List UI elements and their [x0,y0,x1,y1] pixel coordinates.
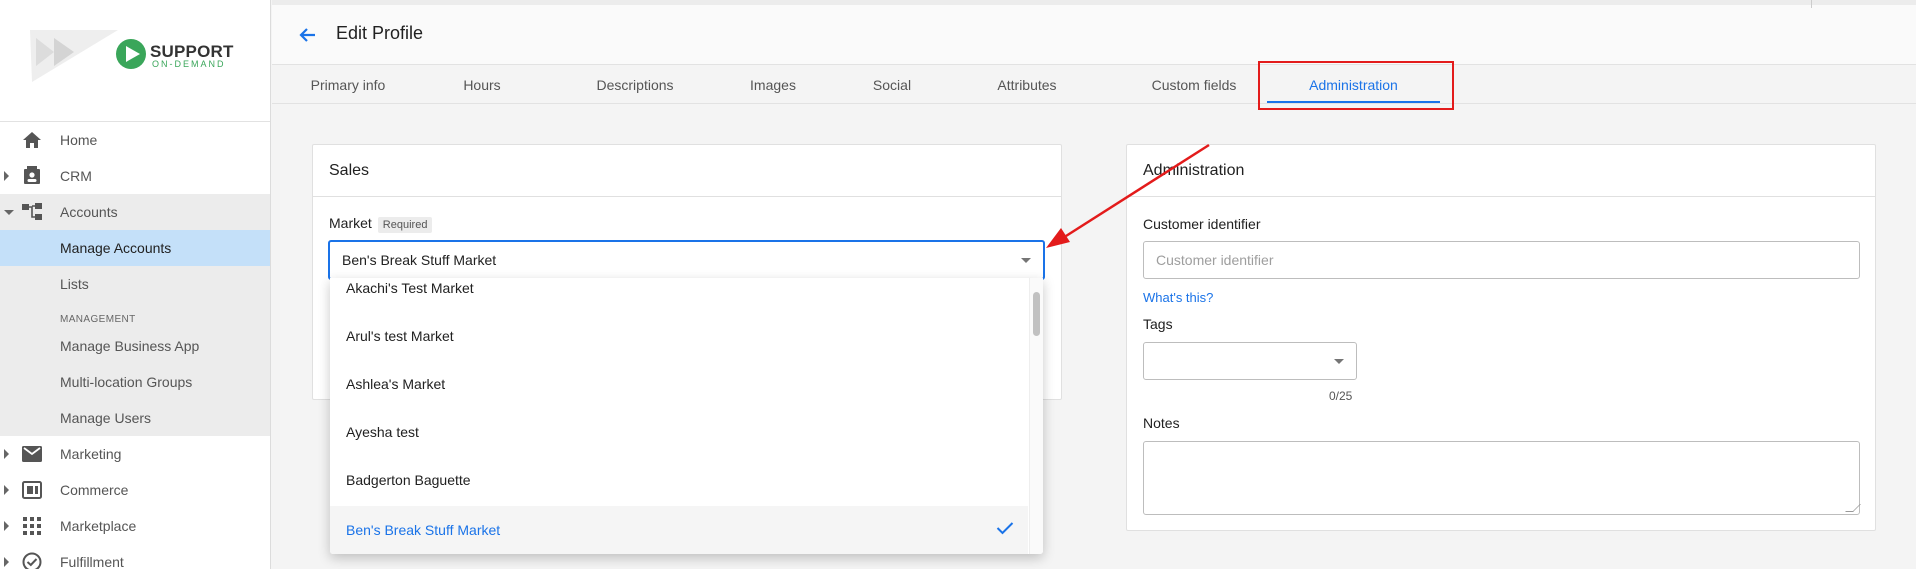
expand-caret-icon[interactable] [4,521,9,531]
collapse-caret-icon[interactable] [4,210,14,215]
administration-card-title: Administration [1127,145,1875,197]
checkmark-icon [996,521,1014,538]
tags-label: Tags [1143,316,1173,332]
whats-this-link[interactable]: What's this? [1143,290,1213,305]
expand-caret-icon[interactable] [4,557,9,567]
sidebar: SUPPORT ON-DEMAND Home CRM Accounts Mana… [0,0,271,569]
header-divider [1811,0,1812,8]
sidebar-item-label: Home [60,132,98,148]
market-select[interactable]: Ben's Break Stuff Market [328,240,1045,280]
sidebar-item-commerce[interactable]: Commerce [0,472,270,508]
tab-hours[interactable]: Hours [442,65,522,103]
brand-tagline: ON-DEMAND [152,59,226,69]
sidebar-item-fulfillment[interactable]: Fulfillment [0,544,270,569]
accounts-submenu: Manage Accounts Lists MANAGEMENT Manage … [0,230,270,436]
hierarchy-icon [21,201,43,223]
mail-icon [21,443,43,465]
sidebar-item-manage-users[interactable]: Manage Users [0,400,270,436]
contact-icon [21,165,43,187]
expand-caret-icon[interactable] [4,485,9,495]
tab-descriptions[interactable]: Descriptions [580,65,690,103]
dropdown-arrow-icon [1021,258,1031,263]
expand-caret-icon[interactable] [4,449,9,459]
tab-images[interactable]: Images [728,65,818,103]
market-label: Market Required [329,215,433,233]
page-title: Edit Profile [336,23,424,43]
tab-primary-info[interactable]: Primary info [288,65,408,103]
market-option-selected[interactable]: Ben's Break Stuff Market [330,506,1028,554]
market-option[interactable]: Ashlea's Market [330,360,1028,408]
sidebar-item-crm[interactable]: CRM [0,158,270,194]
check-circle-icon [21,551,43,569]
sidebar-item-marketplace[interactable]: Marketplace [0,508,270,544]
market-option-label: Ben's Break Stuff Market [346,522,501,538]
market-option[interactable]: Akachi's Test Market [330,278,1028,312]
sidebar-item-manage-business-app[interactable]: Manage Business App [0,328,270,364]
management-section-header: MANAGEMENT [60,314,136,325]
sidebar-item-label: Commerce [60,482,129,498]
market-option[interactable]: Arul's test Market [330,312,1028,360]
sidebar-item-label: Fulfillment [60,554,124,569]
sidebar-item-label: Accounts [60,204,118,220]
market-options-panel: Akachi's Test Market Arul's test Market … [330,278,1043,554]
sidebar-item-multi-location-groups[interactable]: Multi-location Groups [0,364,270,400]
sidebar-item-label: Marketplace [60,518,137,534]
notes-textarea[interactable] [1143,441,1860,515]
tags-select[interactable] [1143,342,1357,380]
market-label-text: Market [329,215,372,231]
grid-icon [21,515,43,537]
commerce-icon [21,479,43,501]
dropdown-arrow-icon [1334,359,1344,364]
page-header: Edit Profile [272,0,1916,64]
sidebar-item-lists[interactable]: Lists [0,266,270,302]
market-option[interactable]: Badgerton Baguette [330,456,1028,504]
sales-card-title: Sales [313,145,1061,197]
administration-card: Administration Customer identifier What'… [1126,144,1876,531]
home-icon [21,129,43,151]
back-arrow-icon[interactable] [298,25,318,50]
notes-label: Notes [1143,415,1180,431]
tab-custom-fields[interactable]: Custom fields [1129,65,1259,103]
expand-caret-icon[interactable] [4,171,9,181]
profile-tabs: Primary info Hours Descriptions Images S… [272,64,1916,104]
sidebar-item-label: Marketing [60,446,122,462]
sidebar-item-marketing[interactable]: Marketing [0,436,270,472]
required-badge: Required [377,217,433,233]
tags-counter: 0/25 [1329,389,1353,403]
scrollbar-thumb[interactable] [1033,292,1040,336]
sidebar-item-manage-accounts[interactable]: Manage Accounts [0,230,270,266]
customer-identifier-label: Customer identifier [1143,216,1261,232]
sidebar-item-home[interactable]: Home [0,122,270,158]
customer-identifier-input[interactable] [1143,241,1860,279]
market-option[interactable]: Ayesha test [330,408,1028,456]
logo[interactable]: SUPPORT ON-DEMAND [0,0,270,122]
sidebar-item-accounts[interactable]: Accounts [0,194,270,230]
tab-social[interactable]: Social [852,65,932,103]
sidebar-item-label: CRM [60,168,92,184]
main-nav: Home CRM Accounts Manage Accounts Lists … [0,122,270,569]
market-selected-value: Ben's Break Stuff Market [342,252,497,268]
scrollbar[interactable] [1029,278,1043,554]
tab-attributes[interactable]: Attributes [972,65,1082,103]
annotation-highlight-box [1258,61,1454,110]
